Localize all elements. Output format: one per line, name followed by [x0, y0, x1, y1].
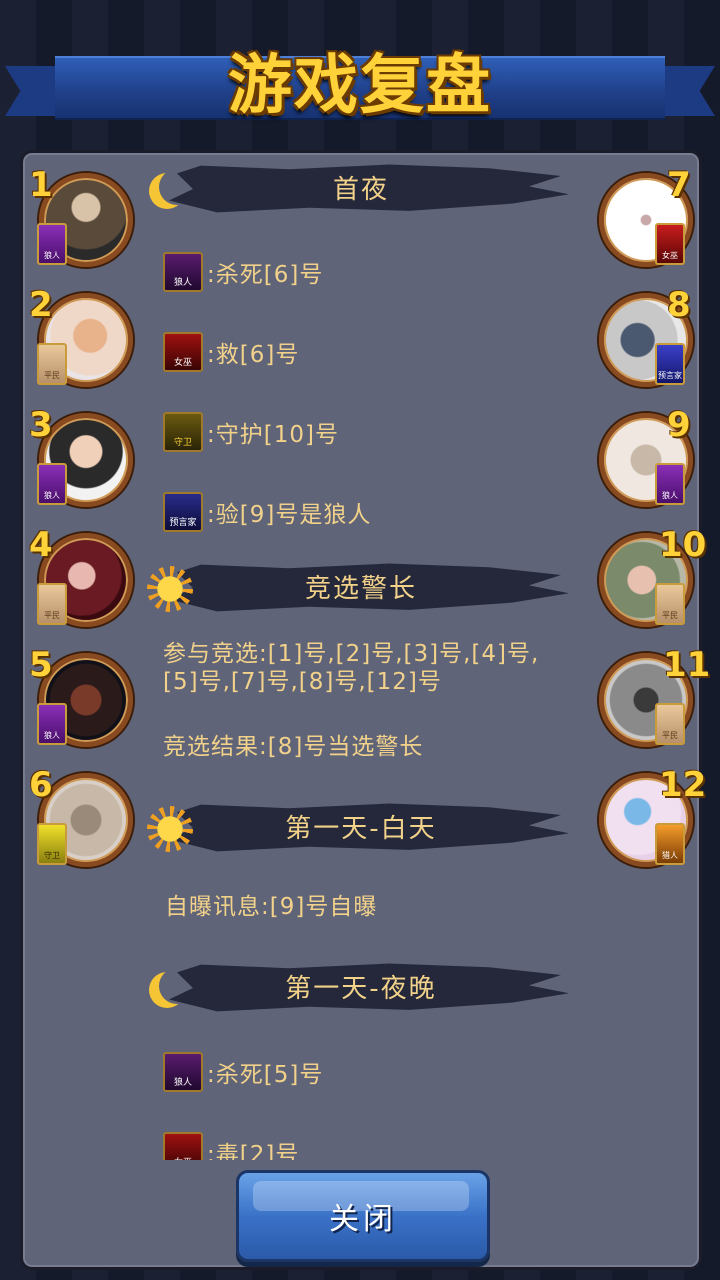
- seat-number: 4: [29, 525, 53, 565]
- seat-number: 12: [659, 765, 707, 805]
- phase-header-first-night: 首夜: [141, 157, 581, 221]
- close-button[interactable]: 关闭: [236, 1170, 490, 1262]
- role-card-witch: 女巫: [655, 223, 685, 265]
- seat-number: 9: [667, 405, 691, 445]
- role-card-wolf: 狼人: [37, 703, 67, 745]
- player-seat-7[interactable]: 7 女巫: [589, 165, 699, 275]
- game-log[interactable]: 首夜 狼人 :杀死[6]号 女巫 :救[6]号 守卫 :守护[10]号 预言家 …: [141, 153, 581, 1160]
- phase-title: 竞选警长: [304, 574, 417, 604]
- player-seat-12[interactable]: 12 猎人: [589, 765, 706, 875]
- seat-number: 7: [667, 165, 691, 205]
- sheriff-participants: 参与竞选:[1]号,[2]号,[3]号,[4]号,[5]号,[7]号,[8]号,…: [163, 641, 540, 695]
- role-card-hunter: 猎人: [655, 823, 685, 865]
- seat-number: 6: [29, 765, 53, 805]
- moon-icon: [159, 169, 195, 205]
- player-seat-4[interactable]: 4 平民: [29, 525, 139, 635]
- log-entry: 狼人 :杀死[5]号: [163, 1050, 323, 1094]
- log-text: :毒[2]号: [207, 1142, 300, 1160]
- close-button-label: 关闭: [329, 1202, 397, 1237]
- log-entry: 女巫 :救[6]号: [163, 330, 299, 374]
- player-seat-6[interactable]: 6 守卫: [29, 765, 139, 875]
- seat-number: 1: [29, 165, 53, 205]
- guard-icon: 守卫: [163, 412, 203, 452]
- log-text: :杀死[5]号: [207, 1062, 324, 1088]
- player-seat-1[interactable]: 1 狼人: [29, 165, 139, 275]
- seat-number: 2: [29, 285, 53, 325]
- phase-title: 第一天-白天: [285, 814, 437, 844]
- role-card-seer: 预言家: [655, 343, 685, 385]
- day1-text: 自曝讯息:[9]号自曝: [165, 894, 378, 920]
- phase-header-night1: 第一天-夜晚: [141, 956, 581, 1020]
- player-seat-9[interactable]: 9 狼人: [589, 405, 699, 515]
- role-card-villager: 平民: [37, 343, 67, 385]
- sheriff-result: 竞选结果:[8]号当选警长: [163, 734, 424, 760]
- player-seat-3[interactable]: 3 狼人: [29, 405, 139, 515]
- player-seat-2[interactable]: 2 平民: [29, 285, 139, 395]
- role-card-villager: 平民: [655, 703, 685, 745]
- sun-icon: [147, 566, 193, 612]
- player-seat-5[interactable]: 5 狼人: [29, 645, 139, 755]
- player-seat-11[interactable]: 11 平民: [589, 645, 710, 755]
- wolf-icon: 狼人: [163, 1052, 203, 1092]
- log-text: :验[9]号是狼人: [207, 502, 372, 528]
- role-card-guard: 守卫: [37, 823, 67, 865]
- role-card-villager: 平民: [37, 583, 67, 625]
- role-card-wolf: 狼人: [37, 223, 67, 265]
- seat-number: 8: [667, 285, 691, 325]
- player-seat-10[interactable]: 10 平民: [589, 525, 706, 635]
- role-card-villager: 平民: [655, 583, 685, 625]
- log-text: :杀死[6]号: [207, 262, 324, 288]
- role-card-wolf: 狼人: [655, 463, 685, 505]
- seat-number: 5: [29, 645, 53, 685]
- review-panel: 1 狼人 2 平民 3 狼人 4 平民 5 狼人 6 守卫 7 女巫 8 预言家…: [20, 150, 710, 1270]
- wolf-icon: 狼人: [163, 252, 203, 292]
- moon-icon: [159, 968, 195, 1004]
- log-text: :守护[10]号: [207, 422, 339, 448]
- log-entry: 预言家 :验[9]号是狼人: [163, 490, 371, 534]
- player-seat-8[interactable]: 8 预言家: [589, 285, 699, 395]
- phase-title: 首夜: [332, 175, 389, 205]
- page-title: 游戏复盘: [228, 49, 492, 123]
- witch-icon: 女巫: [163, 1132, 203, 1160]
- log-entry: 女巫 :毒[2]号: [163, 1130, 299, 1160]
- witch-icon: 女巫: [163, 332, 203, 372]
- log-entry: 狼人 :杀死[6]号: [163, 250, 323, 294]
- seat-number: 3: [29, 405, 53, 445]
- sun-icon: [147, 806, 193, 852]
- log-entry: 守卫 :守护[10]号: [163, 410, 339, 454]
- phase-header-day1: 第一天-白天: [141, 796, 581, 860]
- phase-title: 第一天-夜晚: [285, 974, 437, 1004]
- seat-number: 11: [663, 645, 711, 685]
- log-text: :救[6]号: [207, 342, 300, 368]
- seer-icon: 预言家: [163, 492, 203, 532]
- role-card-wolf: 狼人: [37, 463, 67, 505]
- phase-header-sheriff: 竞选警长: [141, 556, 581, 620]
- seat-number: 10: [659, 525, 707, 565]
